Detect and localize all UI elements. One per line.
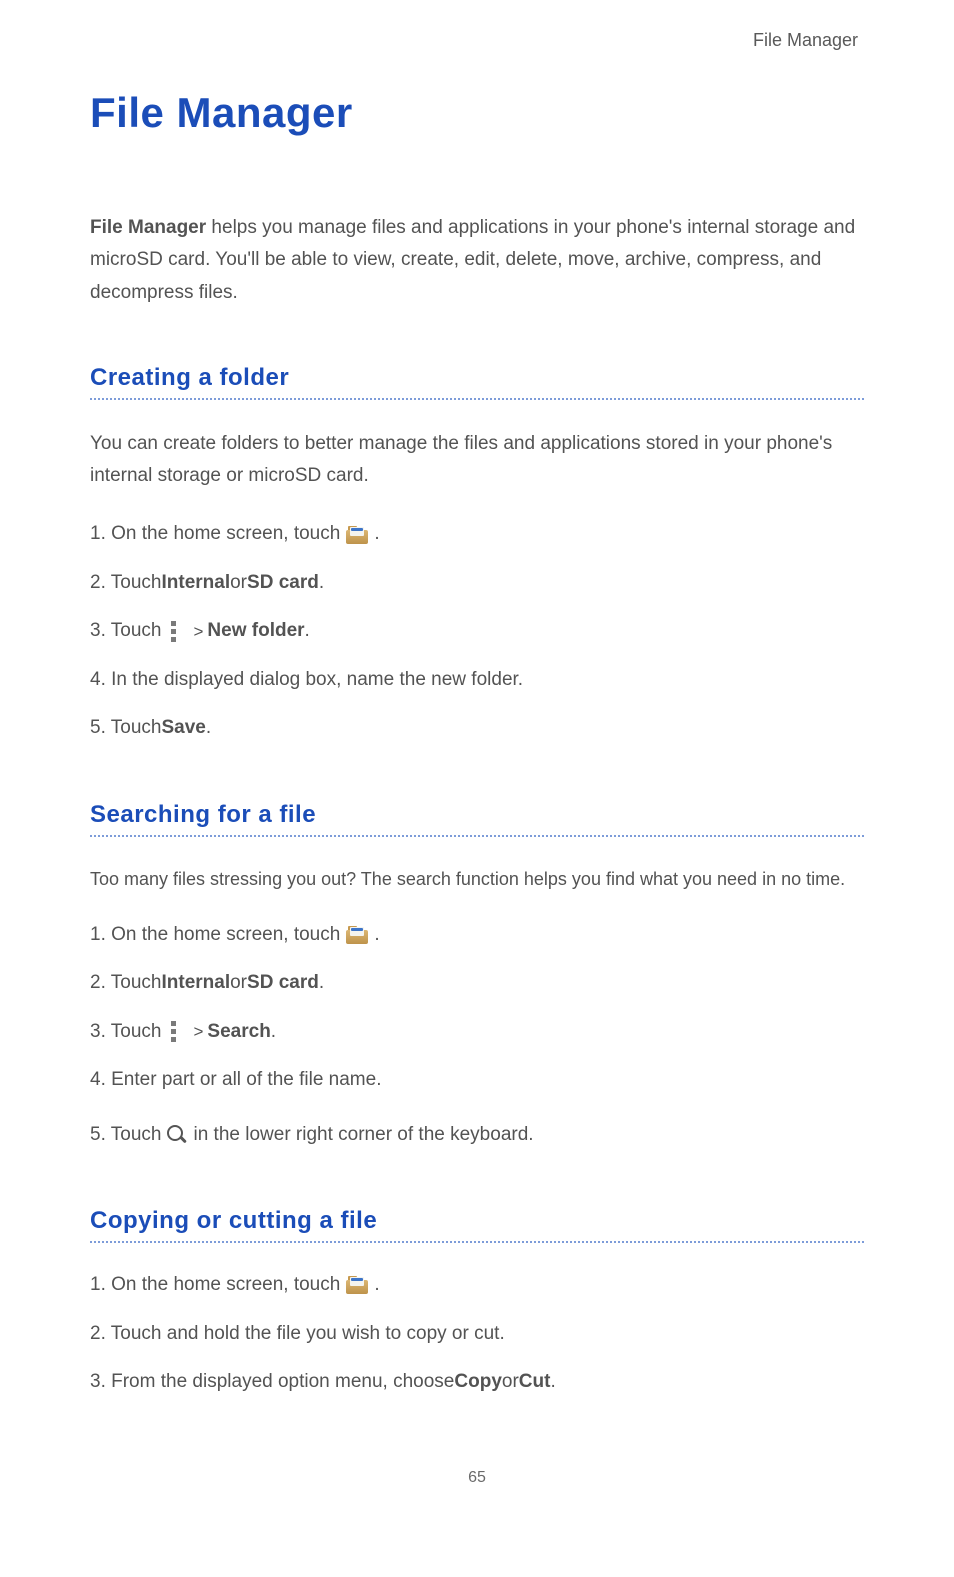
page-title: File Manager [90, 89, 864, 137]
step-bold: Save [161, 714, 205, 743]
step-text: 4. Enter part or all of the file name. [90, 1066, 382, 1095]
searching-file-intro: Too many files stressing you out? The se… [90, 865, 864, 895]
step-bold: SD card [247, 569, 319, 598]
intro-paragraph: File Manager helps you manage files and … [90, 212, 864, 309]
step-text: . [374, 1271, 379, 1300]
copying-cutting-steps: 1. On the home screen, touch . 2. Touch … [90, 1271, 864, 1397]
step: 4. Enter part or all of the file name. [90, 1066, 864, 1095]
step-text: 5. Touch [90, 714, 161, 743]
step-bold: Copy [454, 1368, 502, 1397]
step-text: . [550, 1368, 555, 1397]
searching-file-steps: 1. On the home screen, touch . 2. Touch … [90, 921, 864, 1150]
step: 3. Touch > New folder . [90, 617, 864, 646]
heading-searching-file: Searching for a file [90, 801, 864, 829]
step-text: . [206, 714, 211, 743]
step-text: 3. Touch [90, 617, 161, 646]
step-text: 3. From the displayed option menu, choos… [90, 1368, 454, 1397]
step-bold: New folder [207, 617, 304, 646]
step-gt: > [193, 619, 203, 645]
heading-creating-folder: Creating a folder [90, 364, 864, 392]
file-manager-app-icon [346, 526, 368, 544]
step: 1. On the home screen, touch . [90, 921, 864, 950]
step-text: 2. Touch and hold the file you wish to c… [90, 1320, 505, 1349]
step-text: . [374, 520, 379, 549]
step-text: or [230, 969, 247, 998]
overflow-menu-icon [167, 621, 181, 643]
step: 3. From the displayed option menu, choos… [90, 1368, 864, 1397]
step-bold: Internal [161, 569, 230, 598]
overflow-menu-icon [167, 1021, 181, 1043]
step: 1. On the home screen, touch . [90, 1271, 864, 1300]
step: 4. In the displayed dialog box, name the… [90, 666, 864, 695]
step-text: . [271, 1018, 276, 1047]
step-text: 1. On the home screen, touch [90, 1271, 340, 1300]
divider [90, 1241, 864, 1243]
step-text: 3. Touch [90, 1018, 161, 1047]
creating-folder-intro: You can create folders to better manage … [90, 428, 864, 493]
step-text: . [374, 921, 379, 950]
step-bold: Internal [161, 969, 230, 998]
step: 5. Touch in the lower right corner of th… [90, 1121, 864, 1150]
step-gt: > [193, 1019, 203, 1045]
step-text: 1. On the home screen, touch [90, 520, 340, 549]
step-bold: Cut [519, 1368, 551, 1397]
step-text: 4. In the displayed dialog box, name the… [90, 666, 523, 695]
step-text: 2. Touch [90, 569, 161, 598]
step-text: . [319, 569, 324, 598]
search-icon [167, 1125, 187, 1145]
step-text: or [502, 1368, 519, 1397]
step-text: 5. Touch [90, 1121, 161, 1150]
heading-copying-cutting: Copying or cutting a file [90, 1207, 864, 1235]
step-text: . [319, 969, 324, 998]
step-text: in the lower right corner of the keyboar… [193, 1121, 533, 1150]
step-text: or [230, 569, 247, 598]
file-manager-app-icon [346, 1276, 368, 1294]
intro-lead-bold: File Manager [90, 217, 206, 238]
step-text: 2. Touch [90, 969, 161, 998]
step: 2. Touch Internal or SD card . [90, 969, 864, 998]
step: 5. Touch Save . [90, 714, 864, 743]
divider [90, 398, 864, 400]
step-text: 1. On the home screen, touch [90, 921, 340, 950]
step: 1. On the home screen, touch . [90, 520, 864, 549]
divider [90, 835, 864, 837]
step-bold: Search [207, 1018, 270, 1047]
step: 2. Touch and hold the file you wish to c… [90, 1320, 864, 1349]
step-text: . [305, 617, 310, 646]
page-number: 65 [90, 1469, 864, 1487]
step: 2. Touch Internal or SD card . [90, 569, 864, 598]
step: 3. Touch > Search . [90, 1018, 864, 1047]
running-head: File Manager [90, 30, 864, 51]
file-manager-app-icon [346, 926, 368, 944]
step-bold: SD card [247, 969, 319, 998]
creating-folder-steps: 1. On the home screen, touch . 2. Touch … [90, 520, 864, 743]
